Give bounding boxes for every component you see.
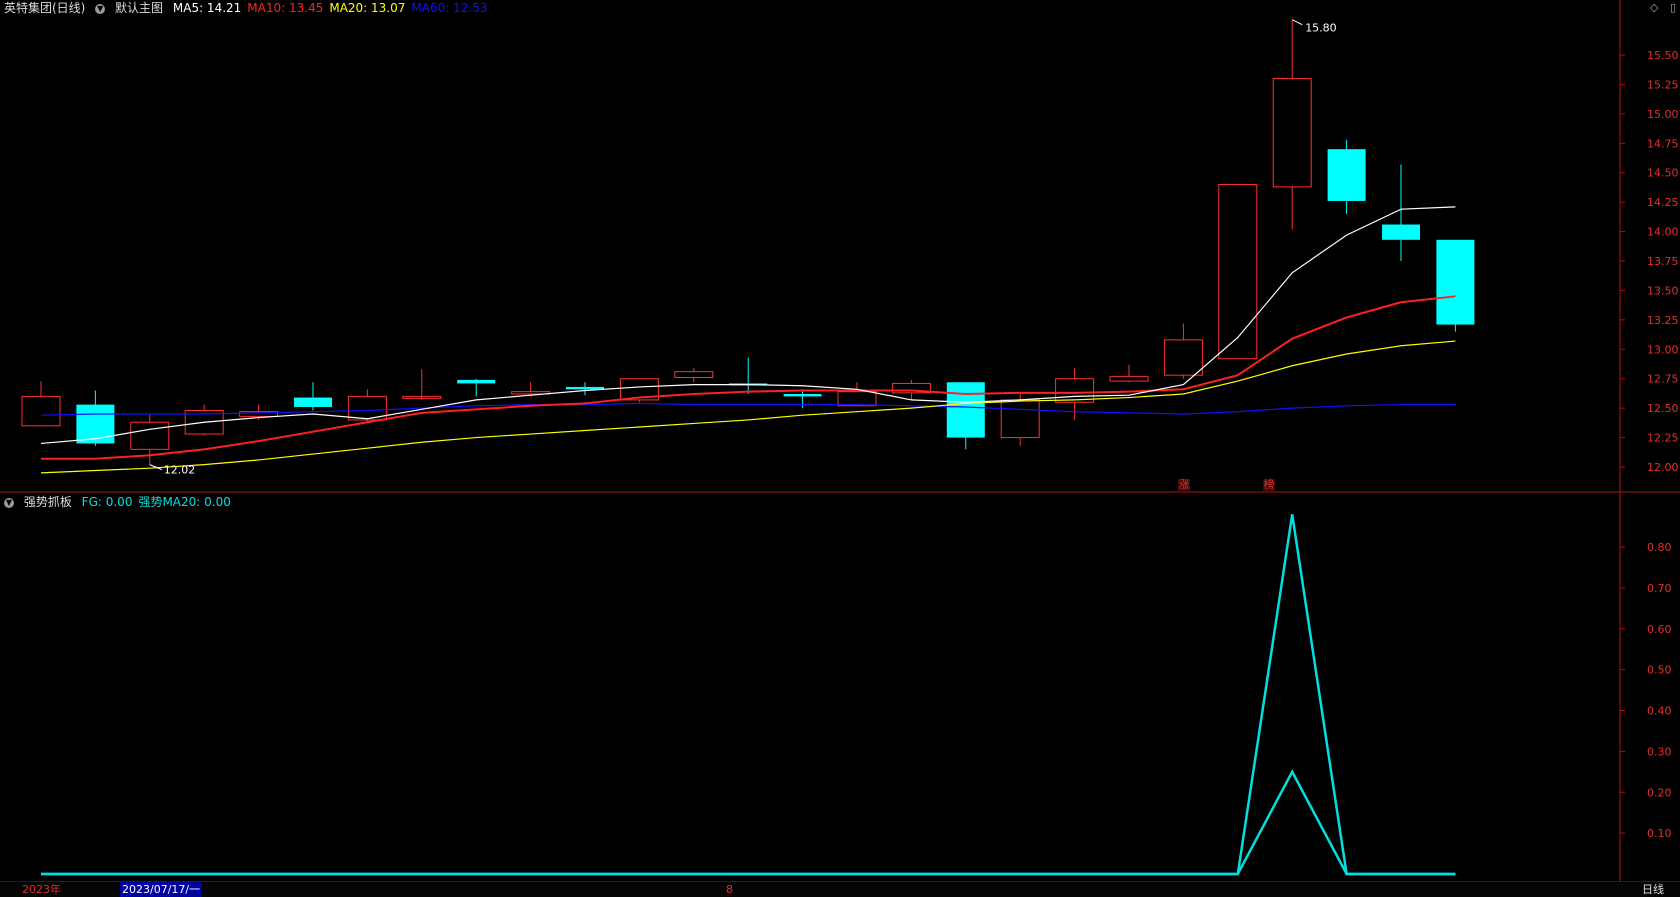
y-tick-label: 13.50 [1647, 284, 1679, 297]
candle-body-down [457, 379, 496, 384]
y-tick-label: 15.50 [1647, 49, 1679, 62]
candle-body-down [566, 386, 604, 390]
tag-zhang[interactable]: 涨 [1178, 479, 1190, 491]
y-tick-label: 12.75 [1647, 373, 1679, 386]
candle-body-up [130, 421, 170, 450]
low-price-label: 12.02 [164, 464, 196, 477]
candle-body-down [1327, 149, 1366, 201]
candle-body-down [294, 397, 332, 407]
ma-legend-item-1: MA10: 13.45 [247, 1, 324, 15]
candle-body-down [946, 382, 985, 438]
period-label[interactable]: 日线 [1642, 882, 1664, 897]
y-tick-label: 0.10 [1647, 827, 1672, 840]
indicator-line-0 [41, 514, 1456, 876]
stock-title: 英特集团(日线) [4, 1, 86, 15]
y-tick-label: 13.25 [1647, 314, 1679, 327]
candle-body-up [837, 391, 877, 407]
y-tick-label: 13.00 [1647, 343, 1679, 356]
main-chart-header: 英特集团(日线) ▼ 默认主图 MA5: 14.21 MA10: 13.45 MA2… [4, 0, 499, 16]
ma-legend-item-3: MA60: 12.53 [411, 1, 488, 15]
date-axis-bar: 2023年 2023/07/17/一 8 日线 [0, 882, 1680, 897]
ma-legend: MA5: 14.21 MA10: 13.45 MA20: 13.07 MA60: 12… [173, 1, 494, 15]
y-tick-label: 14.75 [1647, 137, 1679, 150]
y-tick-label: 0.30 [1647, 745, 1672, 758]
y-tick-label: 12.00 [1647, 461, 1679, 474]
ma60-line [40, 402, 1456, 416]
y-tick-label: 14.25 [1647, 196, 1679, 209]
chart-canvas[interactable]: 12.00 12.25 12.50 12.75 13.00 13.25 13.50 13.75… [0, 0, 1680, 897]
y-tick-label: 13.75 [1647, 255, 1679, 268]
candle-body-up [674, 371, 714, 379]
candle-body-up [1000, 399, 1040, 439]
y-tick-label: 0.50 [1647, 664, 1672, 677]
candle-body-down [1436, 239, 1475, 325]
candle-body-up [1109, 375, 1149, 382]
top-right-icons: ◇ ▯ [1642, 1, 1676, 14]
collapse-circle-icon[interactable]: ▼ [95, 3, 106, 14]
collapse-circle-icon[interactable]: ▼ [4, 497, 14, 508]
y-tick-label: 12.50 [1647, 402, 1679, 415]
y-tick-label: 15.00 [1647, 108, 1679, 121]
month-label: 8 [726, 883, 733, 896]
y-tick-label: 0.80 [1647, 541, 1672, 554]
cursor-date-label: 2023/07/17/一 [120, 882, 203, 897]
y-tick-label: 0.20 [1647, 786, 1672, 799]
chart-template-label[interactable]: 默认主图 [115, 1, 163, 15]
high-price-label: 15.80 [1305, 22, 1337, 35]
ma5-line [40, 206, 1456, 445]
y-tick-label: 0.40 [1647, 705, 1672, 718]
indicator-line-1 [41, 769, 1456, 876]
candle-body-down [783, 394, 822, 397]
y-tick-label: 15.25 [1647, 78, 1679, 91]
y-tick-label: 0.60 [1647, 623, 1672, 636]
indicator-legend-item-0: FG: 0.00 [81, 495, 133, 509]
ma-legend-item-2: MA20: 13.07 [329, 1, 406, 15]
candle-body-up [21, 395, 61, 427]
candle-body-up [1055, 378, 1095, 403]
ma-legend-item-0: MA5: 14.21 [172, 1, 242, 15]
candle-body-up [1272, 78, 1312, 188]
y-tick-label: 14.50 [1647, 167, 1679, 180]
indicator-name[interactable]: 强势抓板 [24, 495, 72, 509]
diamond-icon[interactable]: ◇ [1650, 1, 1658, 14]
candle-body-up [1218, 183, 1258, 360]
y-tick-label: 12.25 [1647, 432, 1679, 445]
candle-body-up [1163, 339, 1203, 376]
candle-body-down [1382, 224, 1420, 240]
tag-bang[interactable]: 榜 [1263, 479, 1275, 491]
year-label: 2023年 [22, 883, 61, 896]
y-tick-label: 0.70 [1647, 582, 1672, 595]
indicator-legend-item-1: 强势MA20: 0.00 [138, 495, 231, 509]
indicator-legend: FG: 0.00 强势MA20: 0.00 [82, 495, 237, 509]
high-pointer [1291, 19, 1303, 26]
panel-toggle-icon[interactable]: ▯ [1670, 1, 1676, 14]
indicator-header: ▼ 强势抓板 FG: 0.00 强势MA20: 0.00 [4, 494, 243, 510]
candle-body-down [76, 404, 115, 444]
y-tick-label: 14.00 [1647, 226, 1679, 239]
